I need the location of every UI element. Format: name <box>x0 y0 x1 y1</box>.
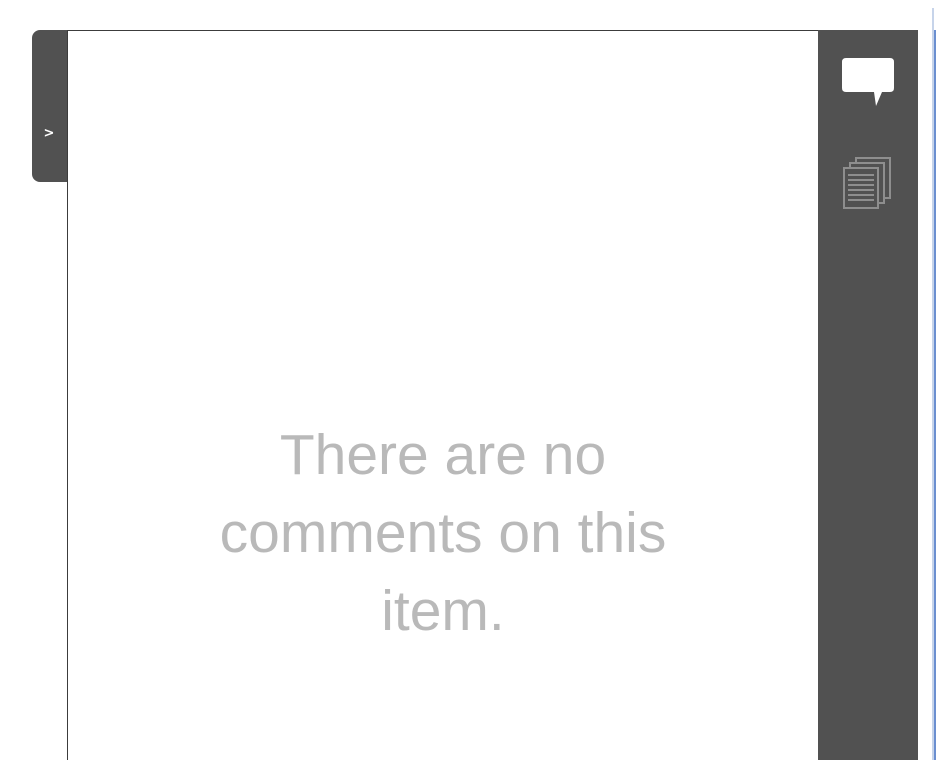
no-comments-message: There are no comments on this item. <box>219 423 667 643</box>
stacked-pages-icon <box>843 157 891 209</box>
side-toolbar <box>818 30 918 760</box>
comments-pane: > There are no comments on this item. <box>0 0 936 760</box>
chevron-right-icon: > <box>43 126 55 141</box>
collapse-panel-tab[interactable]: > <box>32 30 68 182</box>
comments-panel: There are no comments on this item. <box>67 30 818 760</box>
pages-button[interactable] <box>840 154 896 212</box>
window-border <box>918 0 936 760</box>
comment-bubble-icon <box>842 58 894 106</box>
comments-button[interactable] <box>840 54 896 112</box>
